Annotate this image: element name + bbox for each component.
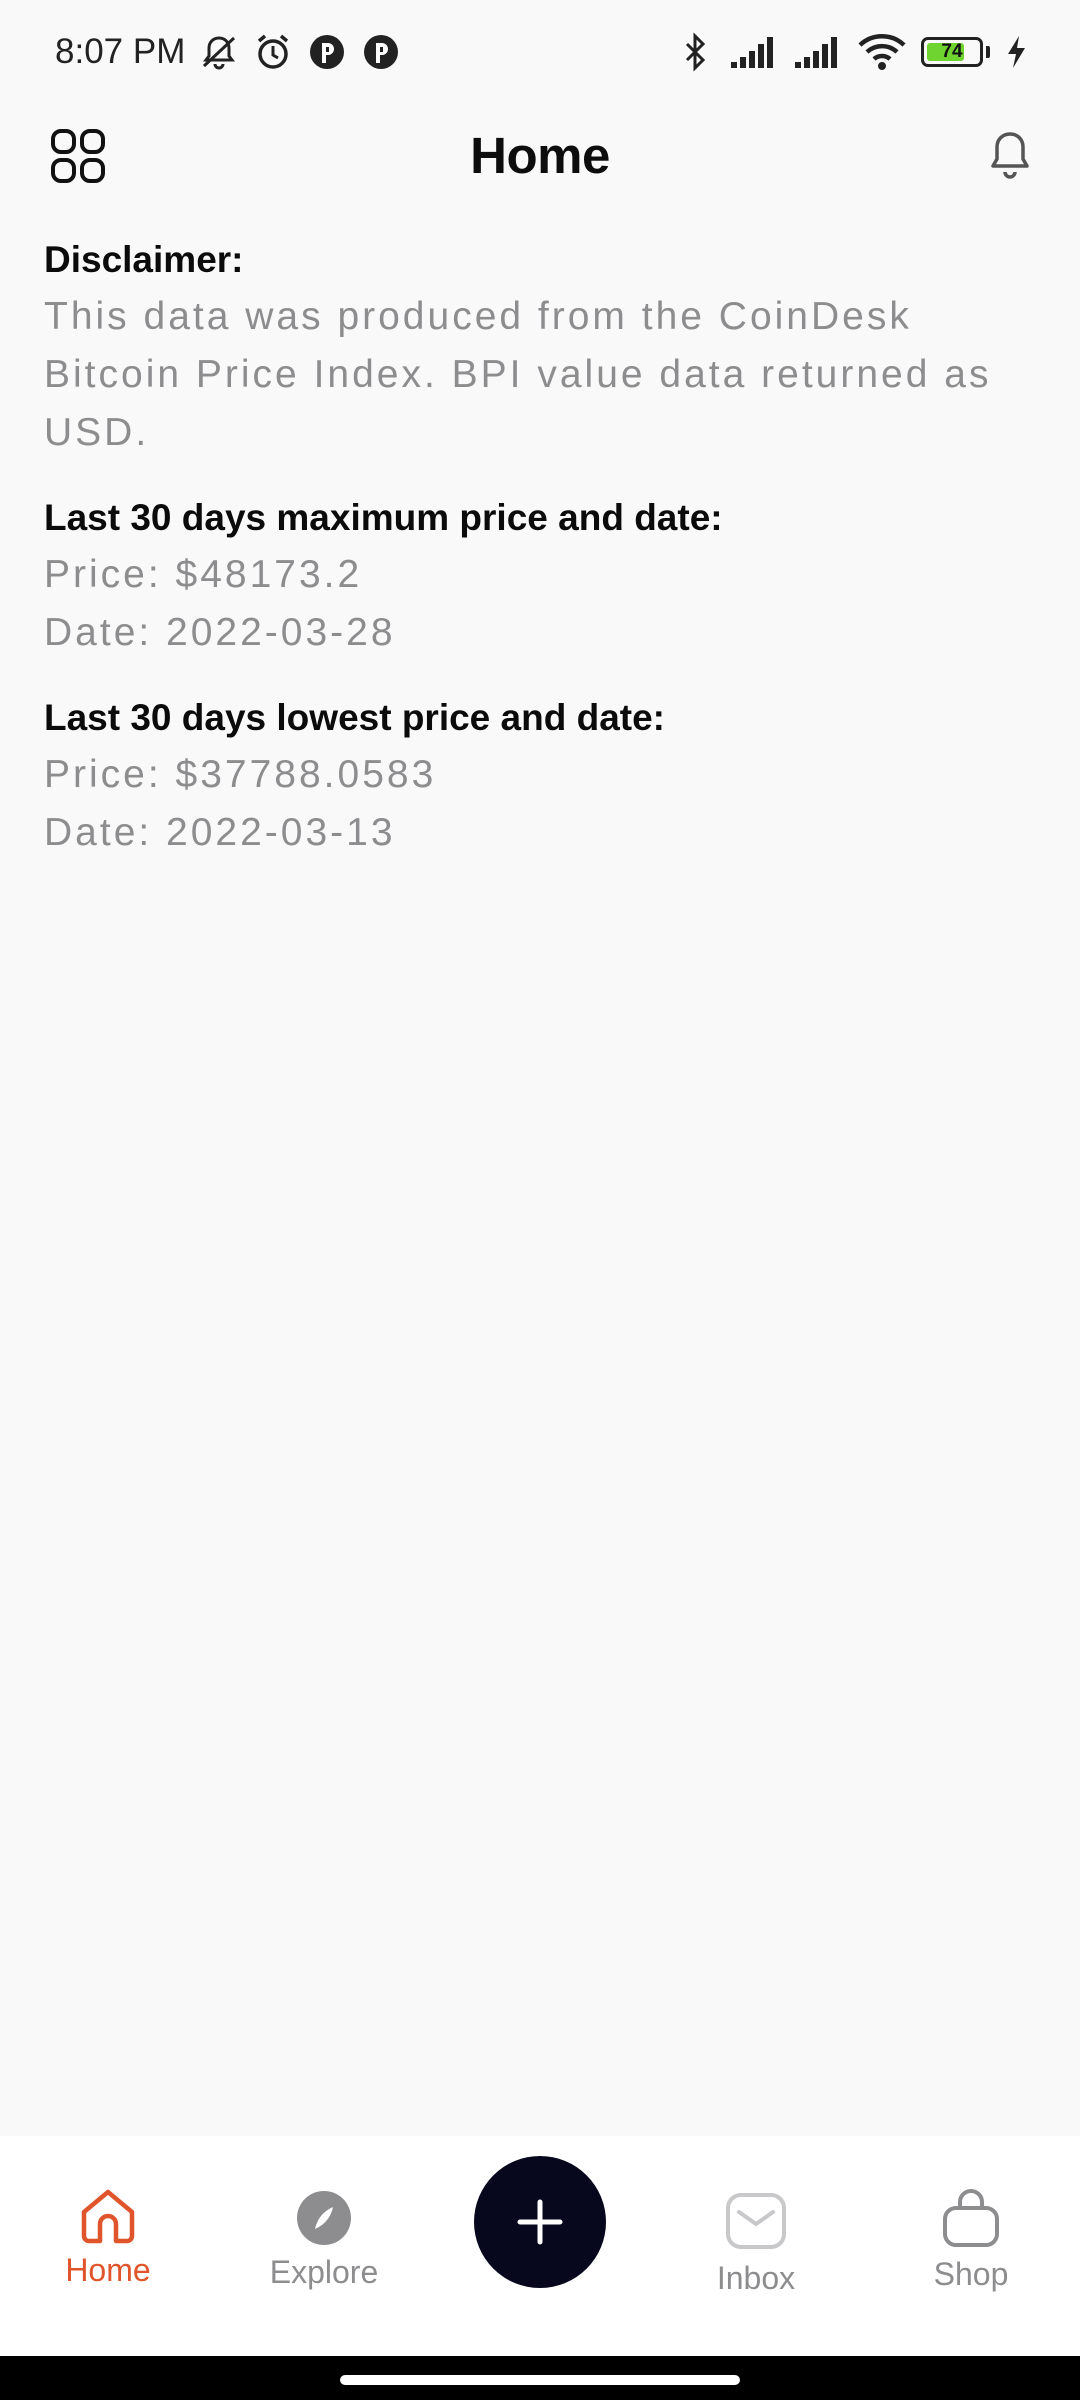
gesture-area xyxy=(0,2356,1080,2400)
bottom-nav: Home Explore Inbox Shop xyxy=(0,2136,1080,2356)
max-price-heading: Last 30 days maximum price and date: xyxy=(44,497,723,538)
signal-icon xyxy=(729,32,779,72)
max-price-date: Date: 2022-03-28 xyxy=(44,611,396,654)
plus-icon xyxy=(517,2199,563,2245)
page-title: Home xyxy=(470,127,610,184)
mail-icon xyxy=(725,2192,787,2255)
disclaimer-section: Disclaimer: This data was produced from … xyxy=(44,232,1044,462)
nav-label-explore: Explore xyxy=(269,2254,379,2290)
battery-icon: 74 xyxy=(921,37,990,67)
battery-level: 74 xyxy=(941,41,963,62)
disclaimer-heading: Disclaimer: xyxy=(44,239,244,280)
app-notification-icon xyxy=(307,32,347,72)
add-button[interactable] xyxy=(474,2156,606,2288)
nav-label-shop: Shop xyxy=(933,2256,1009,2292)
min-price-value: Price: $37788.0583 xyxy=(44,753,437,796)
bluetooth-icon xyxy=(675,32,715,72)
status-time: 8:07 PM xyxy=(55,32,186,71)
app-notification-icon xyxy=(361,32,401,72)
nav-label-home: Home xyxy=(65,2252,151,2288)
nav-item-home[interactable]: Home xyxy=(18,2136,198,2356)
home-indicator[interactable] xyxy=(340,2375,740,2385)
status-bar: 8:07 PM 74 xyxy=(0,0,1080,104)
battery-body: 74 xyxy=(921,37,983,67)
disclaimer-text: This data was produced from the CoinDesk… xyxy=(44,295,992,454)
max-price-value: Price: $48173.2 xyxy=(44,553,363,596)
status-right: 74 xyxy=(675,32,1028,72)
min-price-heading: Last 30 days lowest price and date: xyxy=(44,697,665,738)
battery-tip xyxy=(986,46,990,58)
shopping-bag-icon xyxy=(942,2188,1000,2253)
app-header: Home xyxy=(0,104,1080,212)
nav-item-inbox[interactable]: Inbox xyxy=(666,2136,846,2356)
wifi-icon xyxy=(857,32,907,72)
compass-icon xyxy=(296,2190,352,2251)
charging-icon xyxy=(1004,32,1028,72)
content: Disclaimer: This data was produced from … xyxy=(44,232,1044,890)
nav-item-explore[interactable]: Explore xyxy=(234,2136,414,2356)
min-price-date: Date: 2022-03-13 xyxy=(44,811,396,854)
status-left: 8:07 PM xyxy=(55,32,401,72)
min-price-section: Last 30 days lowest price and date: Pric… xyxy=(44,690,1044,862)
alarm-icon xyxy=(253,32,293,72)
max-price-section: Last 30 days maximum price and date: Pri… xyxy=(44,490,1044,662)
nav-item-shop[interactable]: Shop xyxy=(881,2136,1061,2356)
bell-icon[interactable] xyxy=(980,126,1040,186)
signal-icon xyxy=(793,32,843,72)
muted-bell-icon xyxy=(199,32,239,72)
home-icon xyxy=(78,2186,138,2251)
nav-label-inbox: Inbox xyxy=(716,2260,796,2296)
